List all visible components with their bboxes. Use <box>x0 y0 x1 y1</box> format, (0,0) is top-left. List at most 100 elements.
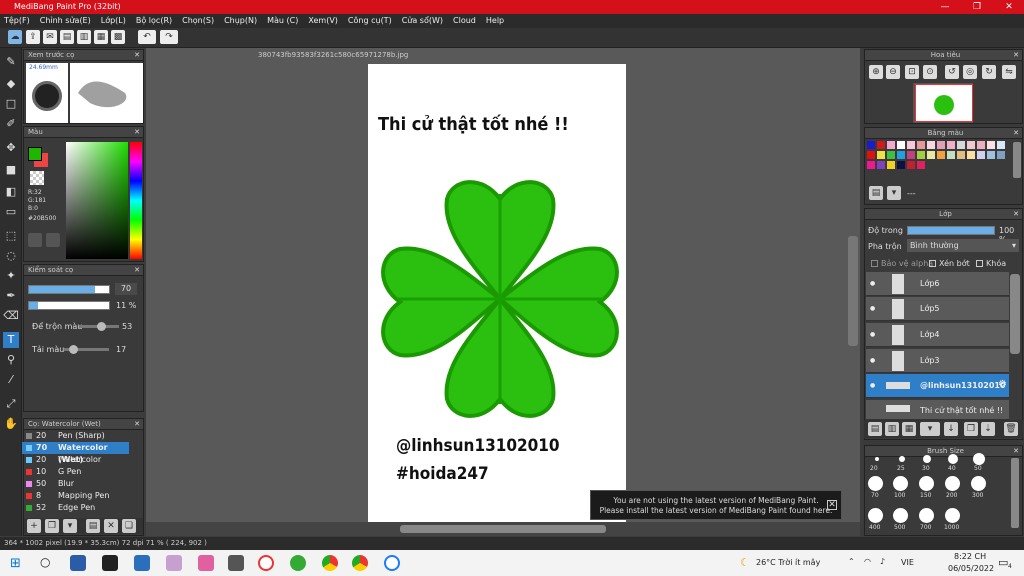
visibility-icon[interactable]: ● <box>870 331 875 338</box>
brush-size-400[interactable] <box>868 508 883 523</box>
menu-view[interactable]: Xem(V) <box>308 14 338 28</box>
delete-layer-icon[interactable]: 🗑 <box>1004 422 1018 436</box>
rotate-left-icon[interactable]: ↺ <box>945 65 959 79</box>
close-icon[interactable]: ✕ <box>1013 50 1019 61</box>
visibility-icon[interactable]: ● <box>870 280 875 287</box>
grid-icon[interactable]: ▩ <box>111 30 125 44</box>
blend-slider[interactable] <box>79 322 119 331</box>
brush-size-70[interactable] <box>868 476 883 491</box>
select-eraser-icon[interactable]: ⌫ <box>3 308 19 324</box>
brush-size-200[interactable] <box>945 476 960 491</box>
clock-date[interactable]: 06/05/2022 <box>948 564 994 573</box>
brush-menu-icon[interactable]: ▾ <box>63 519 77 533</box>
menu-capture[interactable]: Chụp(N) <box>224 14 257 28</box>
zalo-icon[interactable] <box>384 555 400 571</box>
new-palette-icon[interactable]: ▤ <box>869 186 883 200</box>
menu-file[interactable]: Tệp(F) <box>4 14 30 28</box>
close-icon[interactable]: ✕ <box>1013 128 1019 139</box>
menu-color[interactable]: Màu (C) <box>267 14 298 28</box>
layer-menu-icon[interactable]: ▾ <box>920 422 940 436</box>
move-tool-icon[interactable]: ✥ <box>3 140 19 156</box>
chrome-icon[interactable] <box>352 555 368 571</box>
close-icon[interactable]: ✕ <box>134 419 140 430</box>
protect-alpha-checkbox[interactable] <box>871 260 878 267</box>
fit-icon[interactable]: ⊡ <box>905 65 919 79</box>
lock-checkbox[interactable] <box>976 260 983 267</box>
fill-rect-tool-icon[interactable]: ■ <box>3 162 19 178</box>
text-tool-icon[interactable]: T <box>3 332 19 348</box>
visibility-icon[interactable]: ● <box>870 305 875 312</box>
windows-start-icon[interactable]: ⊞ <box>10 556 21 571</box>
undo-icon[interactable]: ↶ <box>138 30 156 44</box>
palette-icon[interactable] <box>28 233 42 247</box>
capcut-icon[interactable] <box>102 555 118 571</box>
close-icon[interactable]: ✕ <box>1013 446 1019 457</box>
brush-item-selected[interactable]: 70 Watercolor (Wet) <box>22 442 129 464</box>
menu-layer[interactable]: Lớp(L) <box>101 14 126 28</box>
brush-size-1000[interactable] <box>945 508 960 523</box>
maximize-icon[interactable]: ❐ <box>962 0 992 14</box>
brush-item[interactable]: 50 Blur <box>22 478 129 490</box>
rotate-reset-icon[interactable]: ◎ <box>963 65 977 79</box>
navigator-thumbnail[interactable] <box>915 84 973 122</box>
new-folder-icon[interactable]: ▦ <box>902 422 916 436</box>
document-tab[interactable]: 380743fb93583f3261c580c65971278b.jpg <box>258 51 408 59</box>
layer-scrollbar[interactable] <box>1010 274 1020 354</box>
layer-opacity-slider[interactable] <box>907 226 995 235</box>
clipping-checkbox[interactable] <box>929 260 936 267</box>
tray-chevron-icon[interactable]: ⌃ <box>848 557 855 566</box>
app-icon[interactable] <box>70 555 86 571</box>
update-notification[interactable]: You are not using the latest version of … <box>590 490 842 520</box>
move-down-icon[interactable]: ↓ <box>944 422 958 436</box>
brush-size-300[interactable] <box>971 476 986 491</box>
language-indicator[interactable]: VIE <box>901 558 914 567</box>
duplicate-layer-icon[interactable]: ❐ <box>964 422 978 436</box>
brush-size-100[interactable] <box>893 476 908 491</box>
brush-window-icon[interactable]: ❏ <box>122 519 136 533</box>
select-pen-icon[interactable]: ✒ <box>3 288 19 304</box>
chrome-icon[interactable] <box>322 555 338 571</box>
select-tool-icon[interactable]: ⬚ <box>3 228 19 244</box>
hand-tool-icon[interactable]: ✋ <box>3 416 19 432</box>
camera-icon[interactable] <box>228 555 244 571</box>
game-icon[interactable] <box>166 555 182 571</box>
operation-tool-icon[interactable]: ⚲ <box>3 352 19 368</box>
menu-filter[interactable]: Bộ lọc(R) <box>136 14 172 28</box>
gradient-tool-icon[interactable]: ▭ <box>3 204 19 220</box>
redo-icon[interactable]: ↷ <box>160 30 178 44</box>
network-icon[interactable]: ◠ <box>864 557 871 566</box>
brush-size-20[interactable] <box>875 457 879 461</box>
weather-text[interactable]: 26°C Trời ít mây <box>756 558 820 567</box>
game-icon[interactable] <box>198 555 214 571</box>
pages-icon[interactable]: ▦ <box>94 30 108 44</box>
lasso-tool-icon[interactable]: ◌ <box>3 248 19 264</box>
add-brush-icon[interactable]: + <box>27 519 41 533</box>
volume-icon[interactable]: ♪ <box>880 557 885 566</box>
visibility-icon[interactable]: ● <box>870 357 875 364</box>
menu-cloud[interactable]: Cloud <box>453 14 476 28</box>
vertical-scrollbar[interactable] <box>848 236 858 346</box>
brush-size-25[interactable] <box>899 456 905 462</box>
message-icon[interactable]: ▤ <box>60 30 74 44</box>
brush-size-40[interactable] <box>948 454 958 464</box>
magic-wand-icon[interactable]: ✦ <box>3 268 19 284</box>
size-slider[interactable] <box>28 285 110 294</box>
app-icon[interactable] <box>290 555 306 571</box>
search-icon[interactable]: ○ <box>40 555 50 569</box>
merge-layer-icon[interactable]: ⇣ <box>981 422 995 436</box>
new-halftone-layer-icon[interactable]: ▥ <box>885 422 899 436</box>
color-saturation-field[interactable] <box>66 142 128 259</box>
dropper-tool-icon[interactable]: ⤢ <box>3 396 19 412</box>
pen-tool-icon[interactable]: ✐ <box>3 116 19 132</box>
rotate-right-icon[interactable]: ↻ <box>982 65 996 79</box>
page-icon[interactable]: ▥ <box>77 30 91 44</box>
zoom-in-icon[interactable]: ⊕ <box>869 65 883 79</box>
cloud-icon[interactable]: ☁ <box>8 30 22 44</box>
export-icon[interactable]: ⇪ <box>26 30 40 44</box>
close-icon[interactable]: ✕ <box>827 500 837 510</box>
brush-settings-icon[interactable]: ▤ <box>86 519 100 533</box>
layer-item-selected[interactable]: ● @linhsun13102010 ⚙ <box>866 374 1009 398</box>
close-icon[interactable]: ✕ <box>134 50 140 61</box>
zoom-actual-icon[interactable]: ⊙ <box>923 65 937 79</box>
close-icon[interactable]: ✕ <box>1013 209 1019 220</box>
